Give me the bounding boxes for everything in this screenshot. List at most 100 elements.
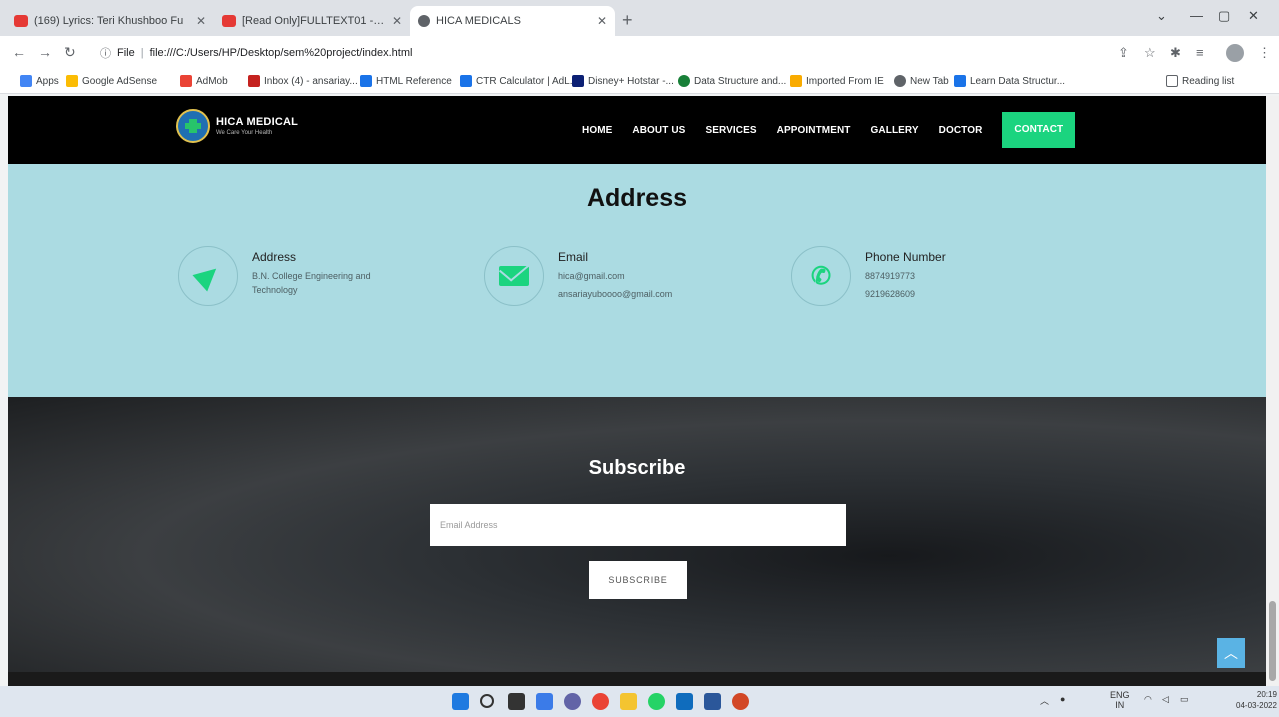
bookmark-new-tab[interactable]: New Tab (894, 75, 949, 87)
address-section: Address Address B.N. College Engineering… (8, 164, 1266, 397)
file-explorer-icon[interactable] (620, 693, 637, 710)
media-icon[interactable]: ≡ (1196, 45, 1204, 60)
email-heading: Email (558, 250, 589, 264)
phone-heading: Phone Number (865, 250, 946, 264)
folder-icon (790, 75, 802, 87)
document-icon (222, 15, 236, 27)
close-icon[interactable]: ✕ (196, 14, 206, 28)
back-icon[interactable]: ← (12, 44, 26, 60)
main-menu: HOME ABOUT US SERVICES APPOINTMENT GALLE… (582, 112, 1076, 148)
scrollbar-thumb[interactable] (1269, 601, 1276, 681)
youtube-icon (14, 15, 28, 27)
close-icon[interactable]: ✕ (597, 14, 607, 28)
task-view-icon[interactable] (508, 693, 525, 710)
site-navbar: HICA MEDICAL We Care Your Health HOME AB… (8, 96, 1266, 164)
bookmark-imported-ie[interactable]: Imported From IE (790, 75, 884, 87)
bookmark-adsense[interactable]: Google AdSense (66, 75, 157, 87)
subscribe-title: Subscribe (588, 457, 686, 479)
forward-icon[interactable]: → (38, 44, 52, 60)
url-separator: | (140, 47, 144, 59)
reload-icon[interactable]: ↻ (64, 44, 76, 61)
volume-icon[interactable]: ◁ (1162, 694, 1169, 705)
apps-grid-icon (20, 75, 32, 87)
battery-icon[interactable]: ▭ (1180, 694, 1189, 705)
store-icon[interactable] (676, 693, 693, 710)
widgets-icon[interactable] (536, 693, 553, 710)
email-info: Email hica@gmail.com ansariayuboooo@gmai… (484, 246, 672, 306)
whatsapp-icon[interactable] (648, 693, 665, 710)
taskbar-clock[interactable]: 20:19 04-03-2022 (1236, 689, 1277, 711)
admob-icon (180, 75, 192, 87)
logo-text: HICA MEDICAL We Care Your Health (216, 116, 298, 136)
profile-avatar[interactable] (1226, 44, 1244, 62)
bookmark-star-icon[interactable]: ☆ (1144, 45, 1156, 61)
url-text[interactable]: file:///C:/Users/HP/Desktop/sem%20projec… (150, 47, 413, 59)
nav-home[interactable]: HOME (582, 125, 612, 136)
bookmark-gmail[interactable]: Inbox (4) - ansariay... (248, 75, 358, 87)
address-bar[interactable]: ⓘ File | file:///C:/Users/HP/Desktop/sem… (100, 41, 1090, 65)
chat-icon[interactable] (564, 693, 581, 710)
language-indicator[interactable]: ENG IN (1110, 690, 1130, 710)
phone-line-2[interactable]: 9219628609 (865, 288, 946, 300)
new-tab-icon[interactable]: + (622, 10, 633, 31)
share-icon[interactable]: ⇪ (1118, 45, 1129, 61)
adsense-icon (66, 75, 78, 87)
nav-services[interactable]: SERVICES (705, 125, 756, 136)
bookmark-ctr-calculator[interactable]: CTR Calculator | AdL... (460, 75, 578, 87)
browser-tab-fulltext[interactable]: [Read Only]FULLTEXT01 - Compa ✕ (214, 6, 410, 36)
minimize-icon[interactable]: — (1190, 8, 1203, 23)
email-line-1[interactable]: hica@gmail.com (558, 270, 672, 282)
word-icon[interactable] (704, 693, 721, 710)
address-heading: Address (252, 250, 297, 264)
email-line-2[interactable]: ansariayuboooo@gmail.com (558, 288, 672, 300)
nav-about-us[interactable]: ABOUT US (632, 125, 685, 136)
bookmark-hotstar[interactable]: Disney+ Hotstar -... (572, 75, 674, 87)
address-line-2: Technology (252, 285, 298, 295)
globe-icon (894, 75, 906, 87)
search-icon[interactable] (480, 694, 494, 708)
close-icon[interactable]: ✕ (392, 14, 402, 28)
tab-title: HICA MEDICALS (436, 15, 521, 27)
bookmark-admob[interactable]: AdMob (180, 75, 228, 87)
reading-list[interactable]: Reading list (1166, 75, 1234, 87)
tray-overflow-icon[interactable]: ︿ (1040, 694, 1049, 707)
hotstar-icon (572, 75, 584, 87)
close-window-icon[interactable]: ✕ (1248, 8, 1259, 24)
bookmark-data-structure[interactable]: Data Structure and... (678, 75, 786, 87)
tray-app-icon[interactable]: ● (1060, 694, 1065, 704)
windows-start-icon[interactable] (452, 693, 469, 710)
info-icon[interactable]: ⓘ (100, 45, 111, 61)
powerpoint-icon[interactable] (732, 693, 749, 710)
browser-tab-lyrics[interactable]: (169) Lyrics: Teri Khushboo Fu ✕ (6, 6, 214, 36)
page-scrollbar[interactable] (1266, 96, 1279, 686)
nav-appointment[interactable]: APPOINTMENT (777, 125, 851, 136)
bookmark-html-reference[interactable]: HTML Reference (360, 75, 452, 87)
browser-tab-hica[interactable]: HICA MEDICALS ✕ (410, 6, 615, 36)
medical-cross-logo-icon (176, 109, 210, 143)
address-info: Address B.N. College Engineering and Tec… (178, 246, 371, 306)
nav-contact[interactable]: CONTACT (1002, 112, 1076, 148)
phone-info: ✆ Phone Number 8874919773 9219628609 (791, 246, 946, 306)
reading-list-icon (1166, 75, 1178, 87)
browser-tab-strip: (169) Lyrics: Teri Khushboo Fu ✕ [Read O… (0, 0, 1279, 36)
extensions-icon[interactable]: ✱ (1170, 45, 1181, 61)
envelope-icon (484, 246, 544, 306)
site-logo[interactable]: HICA MEDICAL We Care Your Health (176, 109, 298, 143)
menu-kebab-icon[interactable]: ⋮ (1258, 45, 1271, 61)
phone-line-1[interactable]: 8874919773 (865, 270, 946, 282)
nav-gallery[interactable]: GALLERY (871, 125, 919, 136)
bookmark-apps[interactable]: Apps (20, 75, 59, 87)
bookmark-learn-ds[interactable]: Learn Data Structur... (954, 75, 1065, 87)
chrome-icon[interactable] (592, 693, 609, 710)
maximize-icon[interactable]: ▢ (1218, 8, 1230, 24)
scroll-to-top-button[interactable]: ︿ (1217, 638, 1245, 668)
nav-doctor[interactable]: DOCTOR (939, 125, 983, 136)
subscribe-section: Subscribe SUBSCRIBE (8, 397, 1266, 686)
subscribe-button[interactable]: SUBSCRIBE (589, 561, 687, 599)
subscribe-email-input[interactable] (430, 504, 846, 546)
brand-name: HICA MEDICAL (216, 116, 299, 128)
tab-search-icon[interactable]: ⌄ (1156, 8, 1167, 24)
address-section-title: Address (586, 184, 688, 212)
wifi-icon[interactable]: ◠ (1144, 694, 1152, 705)
gmail-icon (248, 75, 260, 87)
